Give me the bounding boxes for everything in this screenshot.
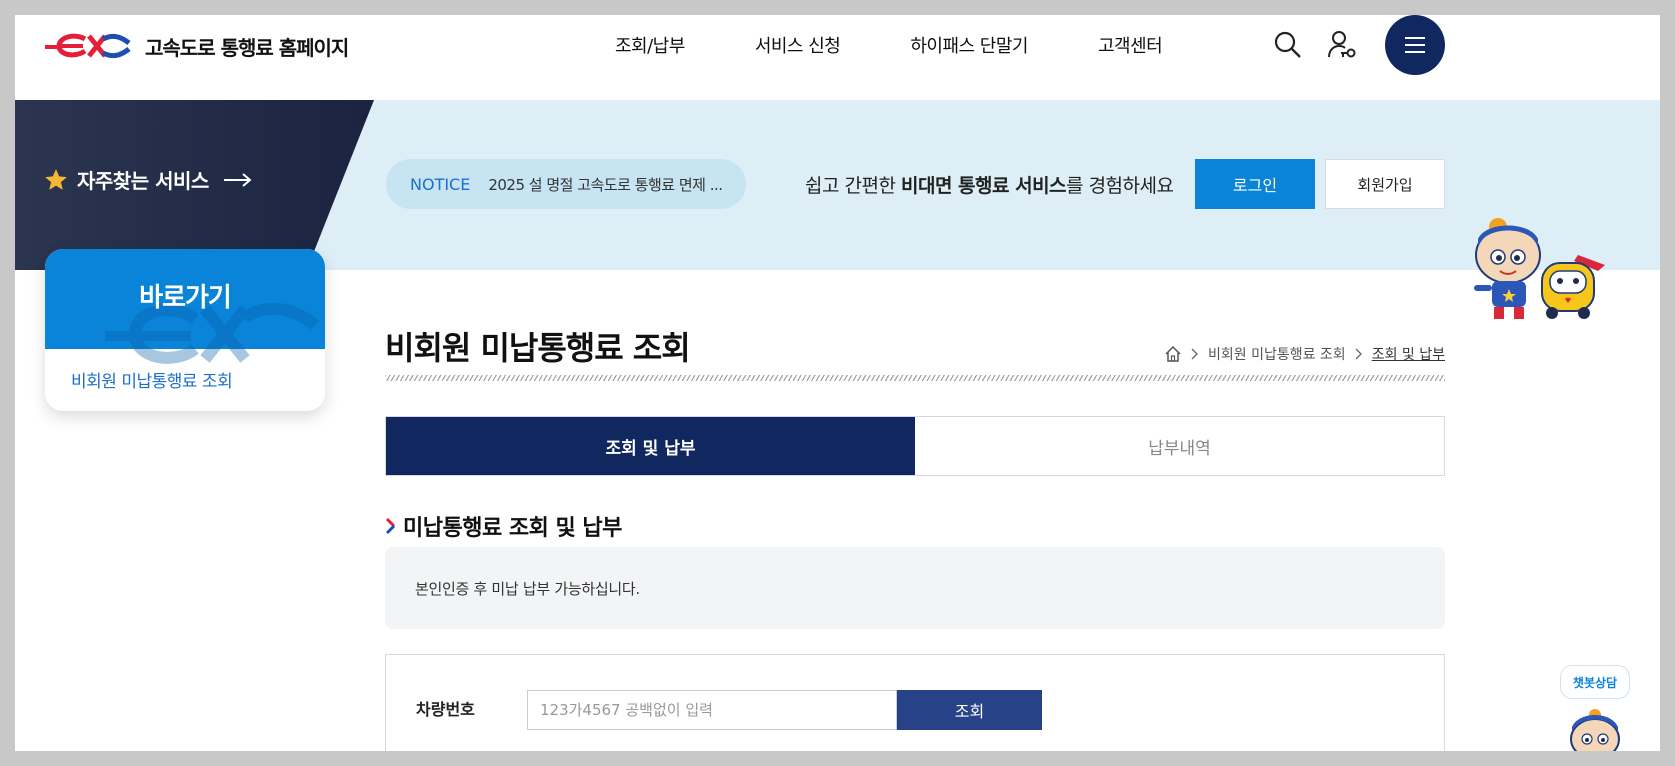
promo-text: 쉽고 간편한 비대면 통행료 서비스를 경험하세요	[805, 171, 1174, 198]
quick-link-card: 바로가기 비회원 미납통행료 조회	[45, 249, 325, 411]
title-divider	[385, 375, 1445, 381]
chatbot-label: 챗봇상담	[1572, 675, 1618, 690]
main-nav: 조회/납부 서비스 신청 하이패스 단말기 고객센터	[615, 15, 1232, 75]
chevron-right-icon	[1355, 348, 1362, 360]
site-title: 고속도로 통행료 홈페이지	[145, 35, 349, 60]
chevron-right-icon	[1191, 348, 1198, 360]
section-title: 미납통행료 조회 및 납부	[403, 516, 622, 541]
notice-tag: NOTICE	[410, 174, 471, 194]
tab-inquiry-payment[interactable]: 조회 및 납부	[386, 417, 915, 475]
user-key-icon	[1328, 31, 1356, 58]
quick-link-title: 바로가기	[139, 282, 232, 313]
page-title: 비회원 미납통행료 조회	[385, 329, 691, 367]
star-icon	[45, 168, 67, 190]
chatbot-bubble[interactable]: 챗봇상담	[1560, 665, 1630, 699]
promo-text-bold: 비대면 통행료 서비스	[900, 175, 1067, 197]
join-button[interactable]: 회원가입	[1325, 159, 1445, 209]
home-icon[interactable]	[1164, 345, 1182, 363]
chatbot-widget[interactable]: 챗봇상담	[1560, 665, 1640, 751]
tab-payment-history[interactable]: 납부내역	[915, 417, 1444, 475]
login-icon-button[interactable]	[1325, 27, 1361, 63]
site-header: 고속도로 통행료 홈페이지 조회/납부 서비스 신청 하이패스 단말기 고객센터	[15, 15, 1660, 100]
promo-text-before: 쉽고 간편한	[805, 175, 901, 197]
plate-number-input[interactable]	[527, 690, 897, 730]
all-menu-button[interactable]	[1385, 15, 1445, 75]
menu-icon	[1405, 37, 1425, 53]
inquiry-button[interactable]: 조회	[897, 690, 1042, 730]
notice-ticker[interactable]: NOTICE 2025 설 명절 고속도로 통행료 면제 ...	[386, 159, 746, 209]
nav-item-inquiry-payment[interactable]: 조회/납부	[615, 32, 685, 58]
plate-search-form: 차량번호 조회	[385, 654, 1445, 751]
quick-link-header: 바로가기	[45, 249, 325, 364]
content-tabs: 조회 및 납부 납부내역	[385, 416, 1445, 476]
favorites-link[interactable]: 자주찾는 서비스	[43, 165, 253, 194]
nav-item-customer-center[interactable]: 고객센터	[1098, 32, 1163, 58]
breadcrumb: 비회원 미납통행료 조회 조회 및 납부	[1164, 344, 1445, 364]
info-notice-box: 본인인증 후 미납 납부 가능하십니다.	[385, 547, 1445, 629]
section-heading: 미납통행료 조회 및 납부	[385, 510, 622, 542]
ex-logo-icon	[45, 33, 131, 59]
favorites-label: 자주찾는 서비스	[77, 169, 209, 193]
search-icon	[1274, 31, 1301, 58]
arrow-right-icon	[223, 172, 252, 187]
plate-number-label: 차량번호	[416, 700, 475, 719]
mascot-illustration	[1474, 218, 1605, 319]
nav-item-service-apply[interactable]: 서비스 신청	[755, 32, 841, 58]
notice-text: 2025 설 명절 고속도로 통행료 면제 ...	[488, 175, 723, 194]
promo-text-after: 를 경험하세요	[1066, 175, 1174, 197]
page-frame: 고속도로 통행료 홈페이지 조회/납부 서비스 신청 하이패스 단말기 고객센터	[15, 15, 1660, 751]
site-logo[interactable]: 고속도로 통행료 홈페이지	[45, 29, 349, 63]
chevron-bullet-icon	[385, 517, 396, 535]
info-text: 본인인증 후 미납 납부 가능하십니다.	[415, 579, 640, 598]
breadcrumb-item[interactable]: 비회원 미납통행료 조회	[1208, 344, 1346, 364]
search-button[interactable]	[1270, 27, 1306, 63]
breadcrumb-current[interactable]: 조회 및 납부	[1372, 344, 1445, 364]
chatbot-mascot-icon	[1570, 709, 1620, 751]
login-button[interactable]: 로그인	[1195, 159, 1315, 209]
nav-item-hipass-terminal[interactable]: 하이패스 단말기	[910, 32, 1028, 58]
top-banner: 자주찾는 서비스 NOTICE 2025 설 명절 고속도로 통행료 면제 ..…	[15, 100, 1660, 270]
